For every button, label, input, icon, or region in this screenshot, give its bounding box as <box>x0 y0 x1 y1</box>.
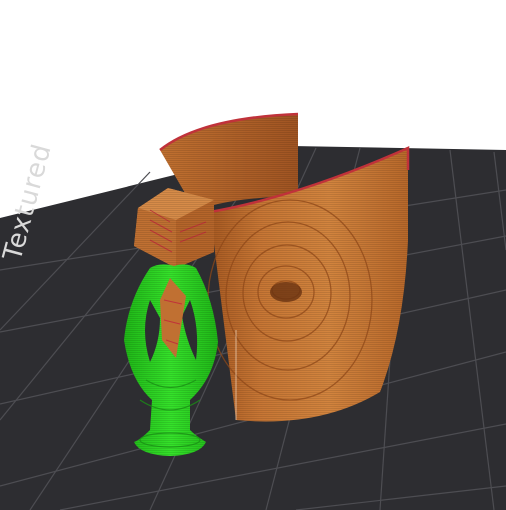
wall-seam-spot <box>270 282 302 302</box>
preview-canvas[interactable]: Textured <box>0 0 506 510</box>
3d-preview-viewport[interactable]: Textured <box>0 0 506 510</box>
